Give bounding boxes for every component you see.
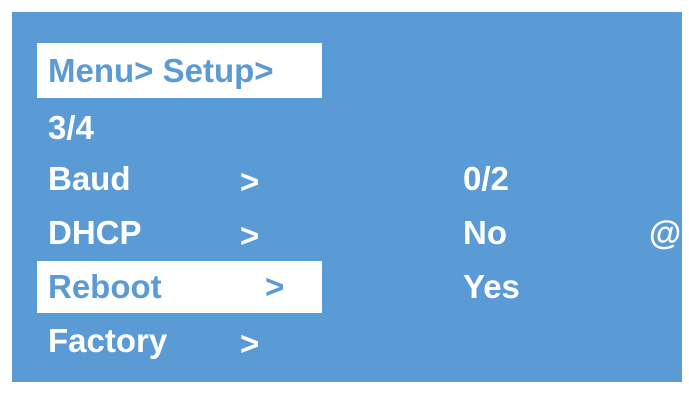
dhcp-value: No <box>463 214 507 251</box>
menu-item-reboot-label: Reboot <box>48 268 162 305</box>
page-indicator: 3/4 <box>48 109 94 146</box>
breadcrumb-label: Menu> Setup> <box>48 52 274 89</box>
osd-menu-screen: Menu> Setup> 3/4 Baud > 0/2 DHCP > No @ … <box>12 12 682 382</box>
current-value-marker: @ <box>649 214 682 251</box>
reboot-value: Yes <box>463 268 520 305</box>
menu-item-baud[interactable]: Baud <box>48 157 131 201</box>
menu-item-factory-arrow: > <box>240 325 260 362</box>
menu-item-dhcp[interactable]: DHCP <box>48 211 142 255</box>
menu-item-factory[interactable]: Factory <box>48 319 167 363</box>
menu-item-reboot-arrow: > <box>265 268 285 305</box>
baud-value: 0/2 <box>463 160 509 197</box>
menu-item-reboot[interactable]: Reboot > <box>37 261 322 313</box>
menu-item-dhcp-arrow: > <box>240 217 260 254</box>
breadcrumb: Menu> Setup> <box>37 43 322 98</box>
menu-item-baud-arrow: > <box>240 163 260 200</box>
